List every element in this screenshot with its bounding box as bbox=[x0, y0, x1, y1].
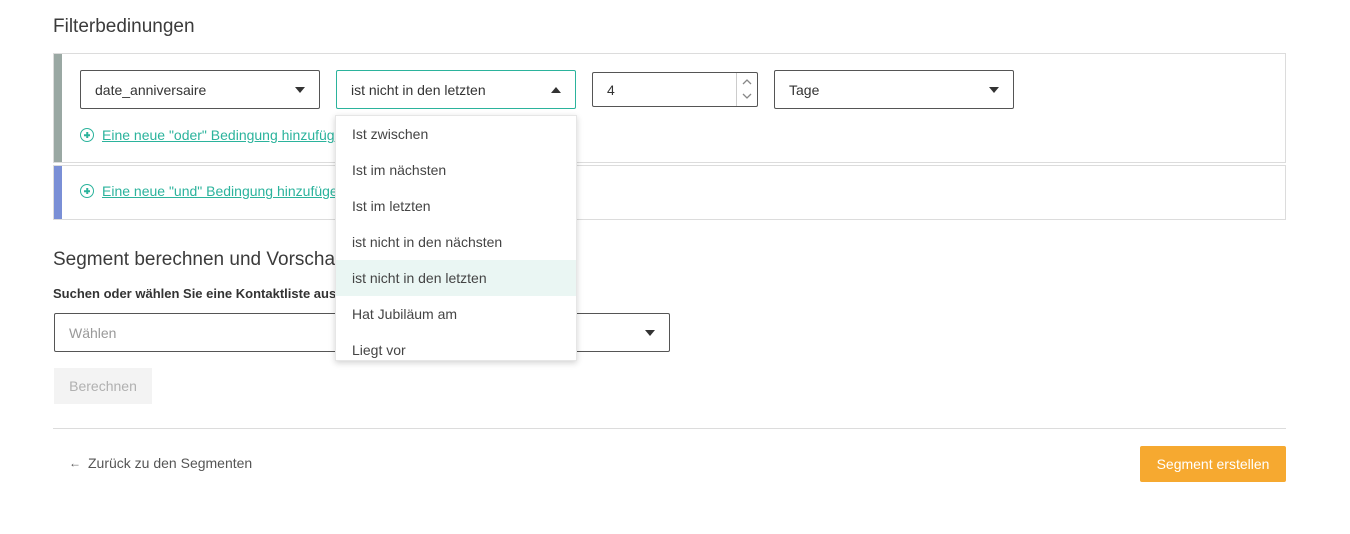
stepper-buttons bbox=[736, 73, 757, 106]
dropdown-option-selected[interactable]: ist nicht in den letzten bbox=[336, 260, 576, 296]
number-stepper[interactable]: 4 bbox=[592, 72, 758, 107]
and-group-bar bbox=[54, 166, 62, 219]
number-value: 4 bbox=[607, 82, 615, 98]
operator-select-value: ist nicht in den letzten bbox=[351, 81, 486, 98]
or-group-bar bbox=[54, 54, 62, 162]
arrow-left-icon: ← bbox=[69, 456, 81, 470]
back-link-label: Zurück zu den Segmenten bbox=[88, 455, 253, 471]
contact-list-placeholder: Wählen bbox=[69, 324, 117, 341]
chevron-down-icon bbox=[989, 86, 999, 93]
chevron-down-icon bbox=[295, 86, 305, 93]
attribute-select-value: date_anniversaire bbox=[95, 81, 207, 98]
add-and-condition[interactable]: Eine neue "und" Bedingung hinzufügen bbox=[80, 183, 345, 199]
increment-icon[interactable] bbox=[742, 78, 752, 85]
plus-circle-icon bbox=[80, 184, 94, 198]
chevron-down-icon bbox=[645, 329, 655, 336]
add-and-condition-link[interactable]: Eine neue "und" Bedingung hinzufügen bbox=[102, 183, 345, 199]
chevron-up-icon bbox=[551, 86, 561, 93]
dropdown-option[interactable]: Hat Jubiläum am bbox=[336, 296, 576, 332]
unit-select[interactable]: Tage bbox=[774, 70, 1014, 109]
divider bbox=[53, 428, 1286, 429]
unit-select-value: Tage bbox=[789, 81, 820, 98]
filter-heading: Filterbedinungen bbox=[53, 16, 195, 37]
plus-circle-icon bbox=[80, 128, 94, 142]
dropdown-option[interactable]: ist nicht in den nächsten bbox=[336, 224, 576, 260]
create-segment-button[interactable]: Segment erstellen bbox=[1140, 446, 1286, 482]
dropdown-option[interactable]: Ist im nächsten bbox=[336, 152, 576, 188]
segment-heading: Segment berechnen und Vorschau bbox=[53, 249, 346, 270]
operator-select[interactable]: ist nicht in den letzten bbox=[336, 70, 576, 109]
dropdown-option[interactable]: Liegt vor bbox=[336, 332, 576, 360]
dropdown-option[interactable]: Ist zwischen bbox=[336, 116, 576, 152]
compute-button[interactable]: Berechnen bbox=[54, 368, 152, 404]
dropdown-option[interactable]: Ist im letzten bbox=[336, 188, 576, 224]
operator-dropdown: Ist zwischen Ist im nächsten Ist im letz… bbox=[335, 115, 577, 361]
add-or-condition-link[interactable]: Eine neue "oder" Bedingung hinzufügen bbox=[102, 127, 350, 143]
back-to-segments[interactable]: ← Zurück zu den Segmenten bbox=[69, 455, 252, 471]
decrement-icon[interactable] bbox=[742, 93, 752, 100]
attribute-select[interactable]: date_anniversaire bbox=[80, 70, 320, 109]
add-or-condition[interactable]: Eine neue "oder" Bedingung hinzufügen bbox=[80, 127, 350, 143]
